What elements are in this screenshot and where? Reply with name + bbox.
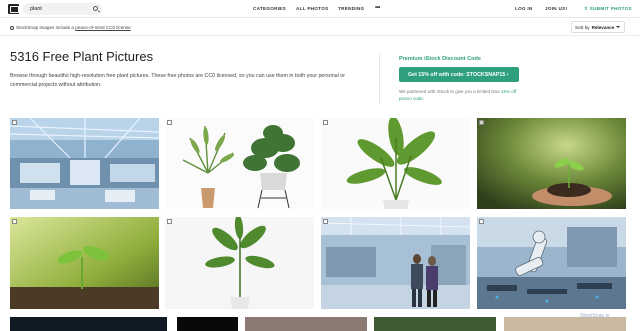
login-link[interactable]: LOG IN <box>515 6 533 11</box>
sort-value: Relevance <box>591 24 615 30</box>
page-description: Browse through beautiful high-resolution… <box>10 73 345 88</box>
page-title: 5316 Free Plant Pictures <box>10 49 154 64</box>
top-header: plant CATEGORIES ALL PHOTOS TRENDING •••… <box>0 0 640 18</box>
potted-plant-white-photo <box>165 217 314 309</box>
engineers-in-factory-photo <box>321 217 470 309</box>
license-link[interactable]: peace-of-mind CC0 license <box>75 25 130 30</box>
chevron-down-icon <box>616 26 620 28</box>
promo-note: We partnered with iStock to give you a l… <box>399 88 519 102</box>
nav-all-photos[interactable]: ALL PHOTOS <box>296 6 328 11</box>
photo-tile-partial-4[interactable] <box>374 317 496 331</box>
potted-banana-plant-photo <box>321 118 470 209</box>
potted-palm-monstera-photo <box>165 118 314 209</box>
photo-tile-robot-arm[interactable] <box>477 217 626 309</box>
photo-tile-partial-1[interactable] <box>10 317 167 331</box>
more-menu-icon[interactable]: ••• <box>375 5 380 11</box>
submit-photos-button[interactable]: ⇪ SUBMIT PHOTOS <box>584 6 632 12</box>
license-bar: StockSnap images include a peace-of-mind… <box>0 19 640 36</box>
search-icon[interactable] <box>93 6 98 11</box>
search-input-value[interactable]: plant <box>30 6 42 12</box>
select-checkbox-icon[interactable] <box>167 219 172 224</box>
promo-code-button[interactable]: Get 15% off with code: STOCKSNAP15 › <box>399 67 519 82</box>
sort-prefix: Sort by <box>575 24 590 30</box>
nav-categories[interactable]: CATEGORIES <box>253 6 286 11</box>
license-notice: StockSnap images include a peace-of-mind… <box>10 25 131 30</box>
promo-note-text: We partnered with iStock to give you a l… <box>399 89 501 94</box>
nav-trending[interactable]: TRENDING <box>338 6 364 11</box>
watermark: StockSnap.io <box>580 313 610 319</box>
submit-photos-label: SUBMIT PHOTOS <box>589 6 632 11</box>
photo-tile-palm-monstera[interactable] <box>165 118 314 209</box>
select-checkbox-icon[interactable] <box>323 219 328 224</box>
select-checkbox-icon[interactable] <box>323 120 328 125</box>
select-checkbox-icon[interactable] <box>479 219 484 224</box>
photo-tile-engineers[interactable] <box>321 217 470 309</box>
sort-select[interactable]: Sort by Relevance <box>571 21 625 33</box>
select-checkbox-icon[interactable] <box>479 120 484 125</box>
divider <box>379 54 380 104</box>
license-prefix: StockSnap images include a <box>16 25 76 30</box>
stocksnap-logo-icon[interactable] <box>8 4 19 14</box>
join-link[interactable]: JOIN US! <box>545 6 567 11</box>
promo-title: Premium iStock Discount Code <box>399 56 481 62</box>
photo-tile-banana-plant[interactable] <box>321 118 470 209</box>
select-checkbox-icon[interactable] <box>167 120 172 125</box>
sprout-in-soil-photo <box>10 217 159 309</box>
select-checkbox-icon[interactable] <box>12 219 17 224</box>
select-checkbox-icon[interactable] <box>12 120 17 125</box>
factory-photo <box>10 118 159 209</box>
cc0-icon <box>10 25 14 30</box>
photo-tile-sprout-soil[interactable] <box>10 217 159 309</box>
photo-tile-partial-5[interactable] <box>504 317 626 331</box>
photo-tile-partial-2[interactable] <box>177 317 238 331</box>
robot-arm-photo <box>477 217 626 309</box>
photo-tile-potted-plant[interactable] <box>165 217 314 309</box>
photo-tile-factory[interactable] <box>10 118 159 209</box>
seedling-in-hands-photo <box>477 118 626 209</box>
photo-tile-partial-3[interactable] <box>245 317 367 331</box>
photo-tile-seedling-hands[interactable] <box>477 118 626 209</box>
search-input[interactable]: plant <box>23 3 102 15</box>
